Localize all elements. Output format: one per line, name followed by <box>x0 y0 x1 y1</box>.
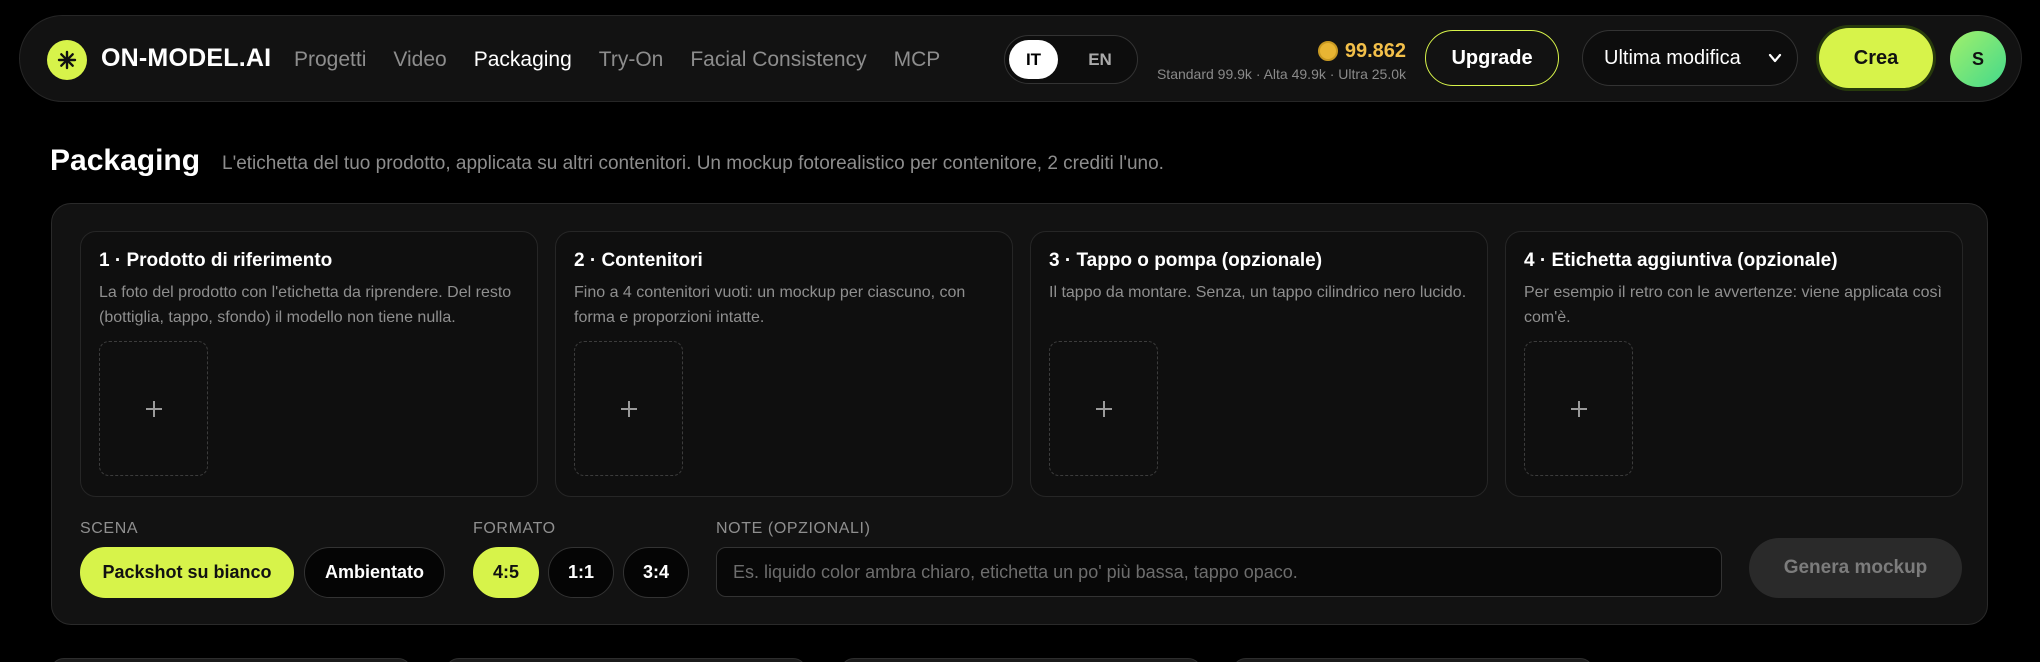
upgrade-button[interactable]: Upgrade <box>1425 30 1559 86</box>
credits-amount: 99.862 <box>1344 40 1406 62</box>
card-description: Il tappo da montare. Senza, un tappo cil… <box>1049 284 1467 301</box>
upload-card-extra-label: 4 · Etichetta aggiuntiva (opzionale) Per… <box>1505 231 1963 497</box>
card-title: 4 · Etichetta aggiuntiva (opzionale) <box>1524 250 1838 271</box>
lang-it-button[interactable]: IT <box>1009 40 1058 79</box>
packaging-panel: 1 · Prodotto di riferimento La foto del … <box>51 203 1988 625</box>
notes-input[interactable] <box>716 547 1722 597</box>
format-label: FORMATO <box>473 520 556 537</box>
extra-label-dropzone[interactable] <box>1524 341 1633 476</box>
result-card-peek <box>1232 658 1594 662</box>
nav-link-try-on[interactable]: Try-On <box>599 46 664 74</box>
card-description: La foto del prodotto con l'etichetta da … <box>99 284 512 326</box>
format-option-3-4[interactable]: 3:4 <box>623 547 689 598</box>
card-title: 3 · Tappo o pompa (opzionale) <box>1049 250 1323 271</box>
nav-link-facial-consistency[interactable]: Facial Consistency <box>690 46 866 74</box>
logo-text[interactable]: ON-MODEL.AI <box>101 43 271 73</box>
nav-links: Progetti Video Packaging Try-On Facial C… <box>294 46 967 74</box>
card-description: Per esempio il retro con le avvertenze: … <box>1524 284 1942 326</box>
plus-icon <box>620 400 637 417</box>
nav-link-mcp[interactable]: MCP <box>894 46 941 74</box>
notes-label: NOTE (OPZIONALI) <box>716 520 871 537</box>
avatar[interactable]: S <box>1950 31 2006 87</box>
nav-link-progetti[interactable]: Progetti <box>294 46 366 74</box>
nav-link-packaging[interactable]: Packaging <box>474 46 572 74</box>
card-description: Fino a 4 contenitori vuoti: un mockup pe… <box>574 284 966 326</box>
top-nav: ON-MODEL.AI Progetti Video Packaging Try… <box>19 15 2022 102</box>
page-description: L'etichetta del tuo prodotto, applicata … <box>222 153 1164 174</box>
create-button[interactable]: Crea <box>1819 28 1933 88</box>
result-card-peek <box>50 658 412 662</box>
card-title: 1 · Prodotto di riferimento <box>99 250 333 271</box>
format-option-4-5[interactable]: 4:5 <box>473 547 539 598</box>
reference-product-dropzone[interactable] <box>99 341 208 476</box>
asterisk-icon <box>57 50 77 70</box>
card-title: 2 · Contenitori <box>574 250 703 271</box>
scene-option-packshot[interactable]: Packshot su bianco <box>80 547 294 598</box>
result-card-peek <box>840 658 1202 662</box>
lang-en-button[interactable]: EN <box>1069 40 1131 79</box>
result-card-peek <box>445 658 807 662</box>
scene-label: SCENA <box>80 520 139 537</box>
sort-select[interactable]: Ultima modifica <box>1582 30 1798 86</box>
credits-breakdown: Standard 99.9k · Alta 49.9k · Ultra 25.0… <box>1156 66 1406 82</box>
plus-icon <box>1095 400 1112 417</box>
chevron-down-icon <box>1768 53 1782 63</box>
sort-select-value: Ultima modifica <box>1604 46 1741 69</box>
plus-icon <box>1570 400 1587 417</box>
upload-card-cap-or-pump: 3 · Tappo o pompa (opzionale) Il tappo d… <box>1030 231 1488 497</box>
format-option-1-1[interactable]: 1:1 <box>548 547 614 598</box>
containers-dropzone[interactable] <box>574 341 683 476</box>
logo-icon[interactable] <box>47 40 87 80</box>
language-toggle: IT EN <box>1004 35 1138 84</box>
scene-option-ambientato[interactable]: Ambientato <box>304 547 445 598</box>
generate-mockup-button[interactable]: Genera mockup <box>1749 538 1962 598</box>
cap-dropzone[interactable] <box>1049 341 1158 476</box>
page-title: Packaging <box>50 144 201 177</box>
upload-card-containers: 2 · Contenitori Fino a 4 contenitori vuo… <box>555 231 1013 497</box>
coin-icon <box>1317 41 1338 61</box>
credits-display: 99.862 Standard 99.9k · Alta 49.9k · Ult… <box>1157 39 1406 82</box>
upload-card-reference-product: 1 · Prodotto di riferimento La foto del … <box>80 231 538 497</box>
plus-icon <box>145 400 162 417</box>
nav-link-video[interactable]: Video <box>393 46 446 74</box>
